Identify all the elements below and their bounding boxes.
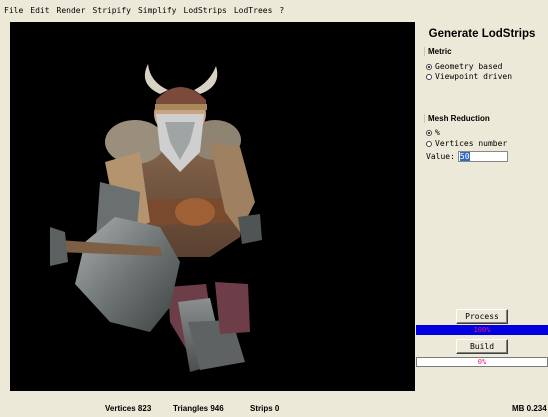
3d-viewport[interactable] (10, 22, 415, 391)
process-progress-bar: 100% (416, 325, 548, 335)
menu-lodtrees[interactable]: LodTrees (234, 6, 273, 15)
build-progress-bar: 0% (416, 357, 548, 367)
mesh-reduction-group-label: Mesh Reduction (424, 114, 490, 123)
menu-file[interactable]: File (4, 6, 23, 15)
reduction-option-percent-label: % (435, 128, 440, 137)
radio-unselected-icon[interactable] (426, 73, 432, 80)
status-triangles: Triangles 946 (173, 404, 224, 413)
radio-selected-icon[interactable] (426, 129, 432, 136)
metric-option-viewpoint[interactable]: Viewpoint driven (426, 72, 512, 81)
reduction-option-vertices-label: Vertices number (435, 139, 508, 148)
build-progress-text: 0% (477, 358, 487, 366)
process-button[interactable]: Process (456, 309, 508, 324)
metric-group-label: Metric (424, 47, 452, 56)
status-strips: Strips 0 (250, 404, 280, 413)
status-vertices: Vertices 823 (105, 404, 152, 413)
radio-unselected-icon[interactable] (426, 140, 432, 147)
menu-lodstrips[interactable]: LodStrips (184, 6, 227, 15)
value-row: Value: 50 (426, 151, 508, 162)
reduction-option-vertices[interactable]: Vertices number (426, 139, 507, 148)
lodstrips-panel: Generate LodStrips Metric Geometry based… (416, 22, 548, 391)
metric-option-geometry[interactable]: Geometry based (426, 62, 502, 71)
process-progress-text: 100% (473, 326, 491, 334)
status-memory: MB 0.234 (512, 404, 547, 413)
metric-option-geometry-label: Geometry based (435, 62, 503, 71)
panel-title: Generate LodStrips (428, 28, 536, 40)
reduction-option-percent[interactable]: % (426, 128, 440, 137)
value-input[interactable]: 50 (457, 151, 508, 162)
viking-model-render (50, 64, 262, 372)
value-label: Value: (426, 152, 455, 161)
menu-edit[interactable]: Edit (30, 6, 49, 15)
menu-stripify[interactable]: Stripify (92, 6, 131, 15)
value-input-text: 50 (459, 152, 470, 161)
menu-simplify[interactable]: Simplify (138, 6, 177, 15)
menu-help[interactable]: ? (279, 6, 284, 15)
menu-render[interactable]: Render (57, 6, 86, 15)
radio-selected-icon[interactable] (426, 63, 432, 70)
menu-bar: File Edit Render Stripify Simplify LodSt… (0, 0, 548, 21)
build-button[interactable]: Build (456, 339, 508, 354)
status-bar: Vertices 823 Triangles 946 Strips 0 MB 0… (0, 399, 548, 417)
metric-option-viewpoint-label: Viewpoint driven (435, 72, 513, 81)
